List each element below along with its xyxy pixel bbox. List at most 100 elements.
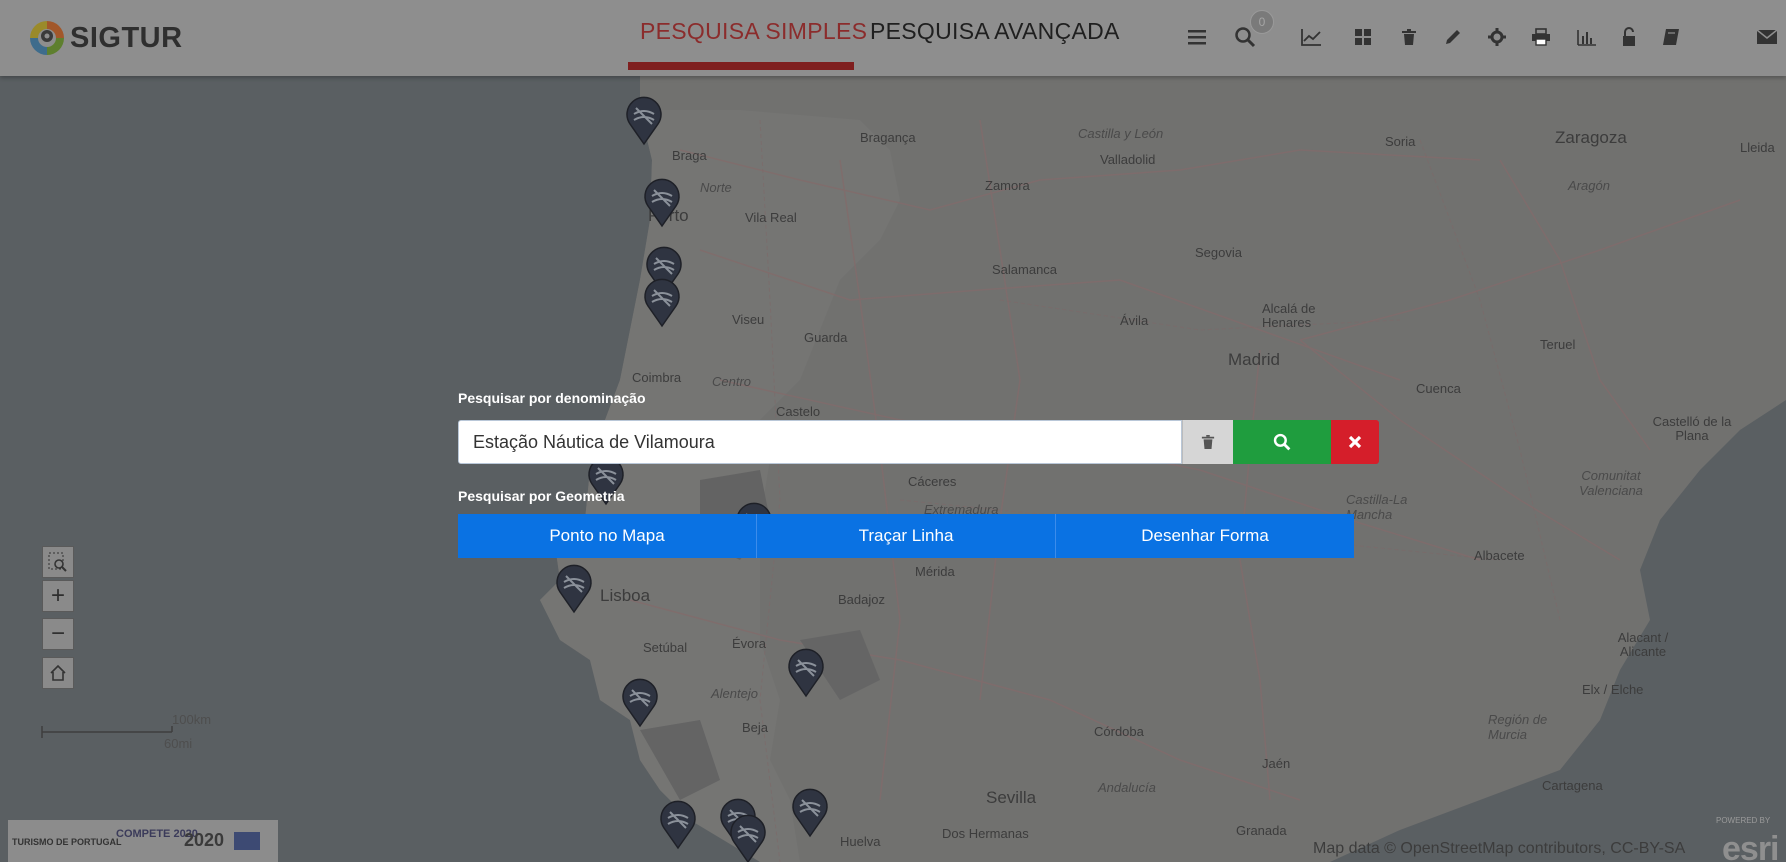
active-tab-indicator [628, 62, 854, 70]
map-label: Alentejo [711, 686, 758, 701]
map-label: Bragança [860, 130, 916, 145]
search-input[interactable] [458, 420, 1182, 464]
partner-logos: TURISMO DE PORTUGAL COMPETE 2020 2020 [8, 820, 278, 862]
book-button[interactable] [1660, 26, 1682, 48]
map-label: Badajoz [838, 592, 885, 607]
search-panel: Pesquisar por denominação Pesquisar por … [458, 390, 1379, 558]
tab-pesquisa-avancada[interactable]: PESQUISA AVANÇADA [870, 18, 1120, 45]
mail-button[interactable] [1756, 26, 1778, 48]
map-label: Castelló de la Plana [1652, 414, 1732, 443]
nautical-marker-icon[interactable] [658, 798, 698, 850]
close-icon [1348, 435, 1362, 449]
map-label: Elx / Elche [1582, 682, 1644, 697]
map-attribution: Map data © OpenStreetMap contributors, C… [1313, 840, 1686, 857]
map-label: Coimbra [632, 370, 682, 385]
nautical-marker-icon[interactable] [728, 812, 768, 862]
trash-icon [1402, 29, 1416, 45]
mail-icon [1756, 29, 1778, 44]
nautical-marker-icon[interactable] [786, 646, 826, 698]
search-button[interactable] [1233, 420, 1331, 464]
map-label: Alacant / Alicante [1617, 630, 1669, 659]
map-label: Huelva [840, 834, 881, 849]
map-label: Braga [672, 148, 707, 163]
map-label: Andalucía [1098, 780, 1156, 795]
zoom-extent-button[interactable] [42, 546, 74, 578]
gear-icon [1488, 28, 1506, 46]
map-label: Aragón [1568, 178, 1610, 193]
search-icon [1273, 433, 1291, 451]
grid-button[interactable] [1352, 26, 1374, 48]
turismo-portugal-logo: TURISMO DE PORTUGAL [12, 837, 122, 847]
geometry-buttons: Ponto no Mapa Traçar Linha Desenhar Form… [458, 514, 1354, 558]
delete-button[interactable] [1398, 26, 1420, 48]
sigtur-logo-icon [30, 21, 64, 55]
zoom-in-button[interactable]: + [42, 580, 74, 612]
edit-button[interactable] [1442, 26, 1464, 48]
nautical-marker-icon[interactable] [790, 786, 830, 838]
chart-button[interactable] [1300, 26, 1322, 48]
scale-km: 100km [172, 712, 212, 727]
trash-icon [1201, 435, 1215, 449]
statistics-button[interactable] [1576, 26, 1598, 48]
nautical-marker-icon[interactable] [624, 94, 664, 146]
map-label: Castilla y León [1078, 126, 1164, 141]
pencil-icon [1446, 30, 1460, 44]
map-label: Alcalá de Henares [1262, 301, 1316, 330]
map-label: Centro [712, 374, 752, 389]
menu-button[interactable] [1186, 26, 1208, 48]
draw-line-button[interactable]: Traçar Linha [757, 514, 1056, 558]
nautical-marker-icon[interactable] [642, 276, 682, 328]
scale-bar: 100km 60mi [40, 712, 211, 751]
map-label: Segovia [1195, 245, 1242, 260]
print-icon [1532, 28, 1550, 46]
map-label: Guarda [804, 330, 848, 345]
home-icon [50, 664, 66, 681]
scale-bar-lines [41, 726, 173, 738]
clear-search-button[interactable] [1182, 420, 1233, 464]
app-logo[interactable]: SIGTUR [28, 10, 183, 66]
map-label: Soria [1385, 134, 1416, 149]
close-search-button[interactable] [1331, 420, 1379, 464]
print-button[interactable] [1530, 26, 1552, 48]
settings-button[interactable] [1486, 26, 1508, 48]
map-label: Valladolid [1100, 152, 1156, 167]
map-label: Viseu [732, 312, 765, 327]
map-label: Córdoba [1094, 724, 1144, 739]
nautical-marker-icon[interactable] [642, 176, 682, 228]
chart-line-icon [1301, 29, 1321, 46]
map-label: Castelo [776, 404, 821, 419]
nautical-marker-icon[interactable] [620, 676, 660, 728]
map-label: Sevilla [986, 788, 1037, 807]
map-label: Dos Hermanas [942, 826, 1029, 841]
map-label: Comunitat Valenciana [1579, 468, 1643, 498]
map-label: Lisboa [600, 586, 651, 605]
esri-logo: esri [1722, 830, 1779, 862]
map-label: Zamora [985, 178, 1030, 193]
map-label: Cuenca [1416, 381, 1461, 396]
map-label: Beja [742, 720, 769, 735]
lock-button[interactable] [1618, 26, 1640, 48]
home-button[interactable] [42, 657, 74, 689]
map-label: Castilla-La Mancha [1346, 492, 1408, 522]
tab-pesquisa-simples[interactable]: PESQUISA SIMPLES [640, 18, 867, 45]
nautical-marker-icon[interactable] [554, 562, 594, 614]
map-label: Lleida [1740, 140, 1775, 155]
map-label: Norte [700, 180, 732, 195]
eu-flag-icon [234, 832, 260, 850]
page: Castilla y León Valladolid Bragança Brag… [0, 0, 1786, 862]
map-label: Región de Murcia [1488, 712, 1548, 742]
zoom-out-button[interactable]: − [42, 618, 74, 650]
map-label: Mérida [915, 564, 955, 579]
menu-icon [1188, 30, 1206, 45]
map-label: Vila Real [745, 210, 797, 225]
plus-icon: + [50, 582, 65, 609]
map-label: Évora [732, 636, 766, 651]
draw-shape-button[interactable]: Desenhar Forma [1056, 514, 1354, 558]
unlock-icon [1623, 27, 1635, 46]
point-on-map-button[interactable]: Ponto no Mapa [458, 514, 757, 558]
search-count-badge: 0 [1250, 10, 1274, 34]
map-label: Madrid [1228, 350, 1280, 369]
search-row [458, 420, 1379, 464]
map-label: Granada [1236, 823, 1287, 838]
grid-icon [1355, 29, 1371, 45]
